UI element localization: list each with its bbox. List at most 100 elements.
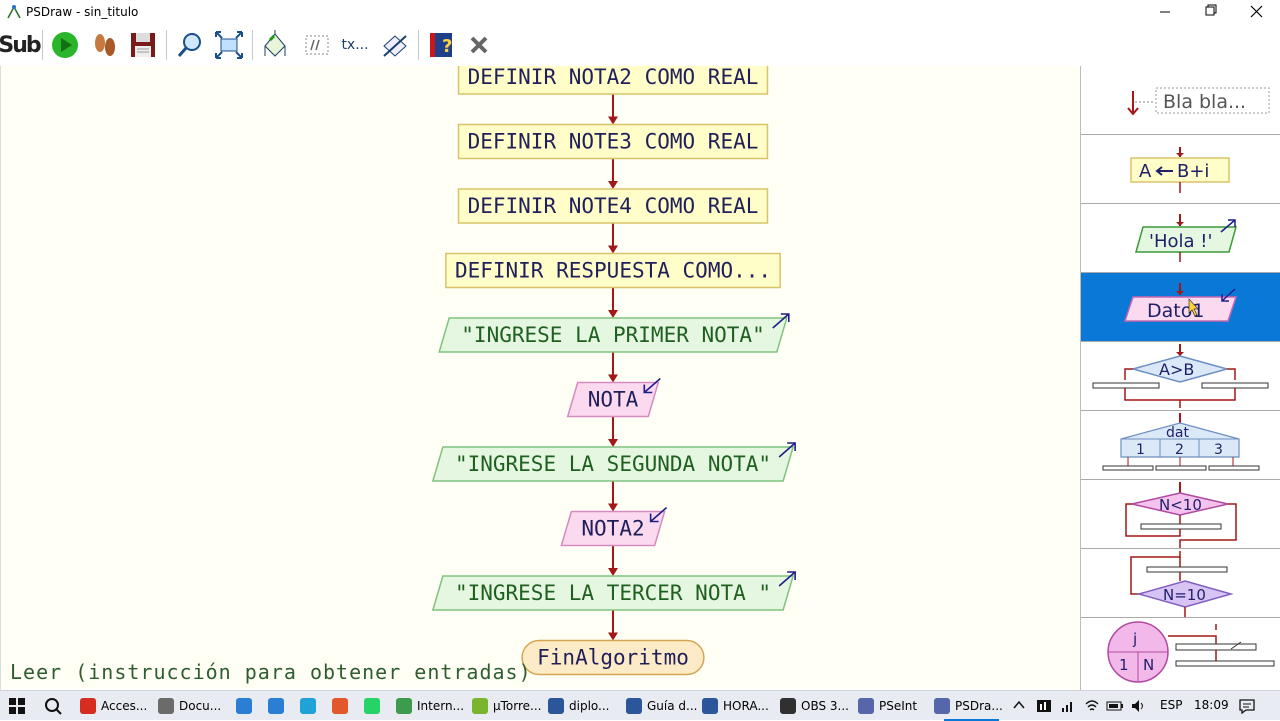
zoom-button[interactable]: [173, 28, 207, 62]
toolbar-separator: [166, 30, 167, 60]
save-button[interactable]: [126, 28, 160, 62]
block-text: DEFINIR NOTE3 COMO REAL: [468, 130, 759, 154]
taskbar-app-label: Intern...: [417, 699, 465, 713]
clock[interactable]: 18:09: [1194, 698, 1229, 712]
maximize-button[interactable]: [1188, 0, 1234, 24]
taskbar-app-label: OBS 3...: [801, 699, 849, 713]
taskbar-app-item[interactable]: Acces...: [80, 691, 153, 721]
block-text: DEFINIR NOTA2 COMO REAL: [468, 66, 759, 89]
app-icon: [858, 698, 874, 714]
palette-read[interactable]: Dato1: [1081, 273, 1280, 342]
magnifier-icon: [177, 33, 201, 57]
taskbar-app-label: Docu...: [179, 699, 222, 713]
taskbar-app-item[interactable]: Docu...: [158, 691, 227, 721]
battery-icon[interactable]: [1106, 698, 1124, 717]
taskbar-app-item[interactable]: PSDra...: [934, 691, 1009, 721]
for-var-text: j: [1132, 630, 1137, 648]
if-cond-text: A>B: [1159, 360, 1194, 379]
toolbar-separator: [418, 30, 419, 60]
taskbar-app-label: PSeInt: [879, 699, 918, 713]
block-text: NOTA: [588, 388, 639, 412]
expand-arrows-icon: [215, 31, 243, 59]
notifications-icon[interactable]: [1238, 698, 1256, 717]
window-title: PSDraw - sin_titulo: [26, 5, 139, 19]
diamond-shape-icon: [383, 35, 407, 57]
taskbar-app-item[interactable]: [300, 691, 327, 721]
start-button[interactable]: [8, 691, 36, 721]
palette-for[interactable]: j 1 N: [1081, 618, 1280, 687]
minimize-button[interactable]: [1142, 0, 1188, 24]
help-button[interactable]: ?: [424, 28, 458, 62]
taskbar-app-item[interactable]: OBS 3...: [780, 691, 855, 721]
volume-icon[interactable]: [1130, 698, 1146, 717]
flow-arrowhead: [608, 116, 618, 125]
app-icon: [80, 698, 96, 714]
flow-arrowhead: [608, 245, 618, 254]
tx-label: tx...: [341, 37, 369, 53]
network-icon[interactable]: [1060, 698, 1076, 717]
wifi-icon[interactable]: [1084, 698, 1100, 717]
block-text: NOTA2: [581, 517, 644, 541]
psdraw-app-icon: [7, 5, 21, 19]
taskbar-app-item[interactable]: [268, 691, 295, 721]
for-end-text: N: [1143, 656, 1154, 674]
app-icon: [702, 698, 718, 714]
block-text: FinAlgoritmo: [537, 646, 689, 670]
search-button[interactable]: [44, 691, 72, 721]
palette-comment[interactable]: Bla bla...: [1081, 66, 1280, 135]
taskbar-app-item[interactable]: Intern...: [396, 691, 470, 721]
tray-chevron-icon[interactable]: [1012, 698, 1026, 715]
text-mode-button[interactable]: tx...: [338, 28, 372, 62]
fit-view-button[interactable]: [212, 28, 246, 62]
switch-opt-2: 2: [1175, 442, 1184, 458]
help-question-icon: ?: [430, 33, 452, 57]
palette-switch[interactable]: dat 1 2 3: [1081, 411, 1280, 480]
close-x-icon: [470, 36, 488, 54]
palette-repeat[interactable]: N=10: [1081, 549, 1280, 618]
palette-assign[interactable]: A B+i: [1081, 135, 1280, 204]
play-icon: [52, 32, 78, 58]
floppy-disk-icon: [131, 33, 155, 57]
sub-label: Sub: [0, 32, 42, 58]
write-text: 'Hola !': [1149, 231, 1212, 252]
taskbar-app-item[interactable]: diplo...: [548, 691, 615, 721]
comment-lines-icon: [305, 35, 329, 55]
tray-app-icon[interactable]: [1036, 698, 1052, 717]
step-button[interactable]: [88, 28, 122, 62]
toolbar-separator: [42, 30, 43, 60]
read-text: Dato1: [1147, 300, 1204, 322]
block-text: "INGRESE LA PRIMER NOTA": [461, 323, 764, 347]
palette-if[interactable]: A>B: [1081, 342, 1280, 411]
app-icon: [268, 698, 284, 714]
taskbar-app-item[interactable]: Guía d...: [626, 691, 703, 721]
for-start-text: 1: [1119, 656, 1129, 674]
run-button[interactable]: [48, 28, 82, 62]
palette-while[interactable]: N<10: [1081, 480, 1280, 549]
taskbar-app-item[interactable]: [332, 691, 359, 721]
diagram-canvas[interactable]: DEFINIR NOTA2 COMO REAL DEFINIR NOTE3 COM…: [0, 66, 1080, 690]
taskbar-app-item[interactable]: PSeInt: [858, 691, 923, 721]
flowchart: DEFINIR NOTA2 COMO REAL DEFINIR NOTE3 COM…: [431, 66, 796, 676]
close-button[interactable]: [1234, 0, 1280, 24]
shape-style-button[interactable]: [378, 28, 412, 62]
app-icon: [626, 698, 642, 714]
language-indicator[interactable]: ESP: [1160, 698, 1182, 712]
comments-button[interactable]: [300, 28, 334, 62]
taskbar-app-label: HORA...: [723, 699, 769, 713]
taskbar-app-item[interactable]: [364, 691, 391, 721]
subprocess-button[interactable]: Sub: [0, 28, 42, 62]
footsteps-icon: [95, 34, 115, 56]
instruction-palette: Bla bla... A B+i 'Hola !' Dato1 A>B dat …: [1080, 66, 1280, 690]
search-icon: [45, 698, 62, 715]
app-icon: [548, 698, 564, 714]
palette-write[interactable]: 'Hola !': [1081, 204, 1280, 273]
flow-style-button[interactable]: [258, 28, 292, 62]
taskbar-app-item[interactable]: µTorre...: [472, 691, 548, 721]
flow-arrowhead: [608, 568, 618, 576]
taskbar-app-item[interactable]: HORA...: [702, 691, 775, 721]
close-diagram-button[interactable]: [462, 28, 496, 62]
taskbar-app-item[interactable]: [236, 691, 263, 721]
block-text: "INGRESE LA SEGUNDA NOTA": [455, 452, 771, 476]
app-icon: [236, 698, 252, 714]
flow-arrowhead: [608, 181, 618, 189]
